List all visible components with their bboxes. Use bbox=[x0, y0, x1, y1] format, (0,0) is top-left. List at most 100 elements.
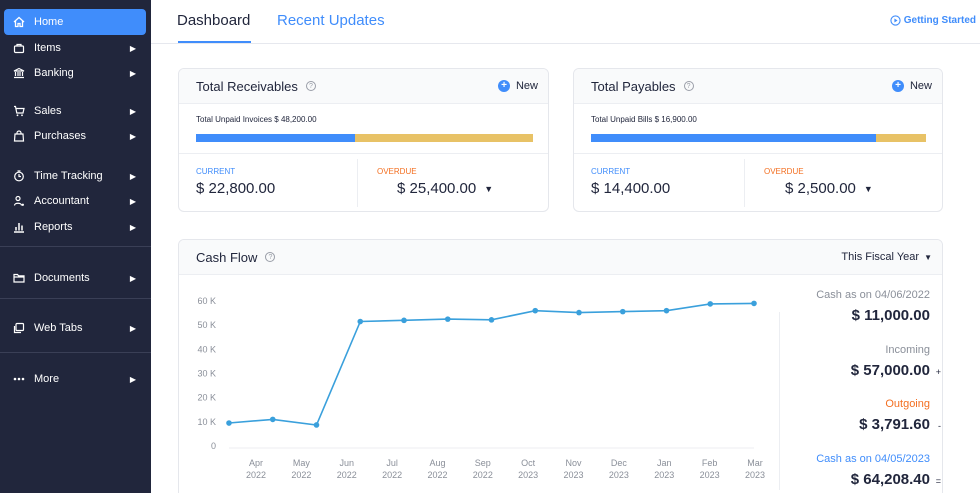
sidebar-item-label: Accountant bbox=[34, 195, 90, 207]
x-tick-month: Oct bbox=[521, 458, 536, 468]
bag-icon bbox=[8, 130, 30, 142]
new-label: New bbox=[909, 80, 932, 92]
summary-incoming: Incoming $ 57,000.00 + bbox=[850, 344, 941, 379]
help-icon[interactable]: ? bbox=[265, 252, 276, 262]
closing-label: Cash as on 04/05/2023 bbox=[816, 453, 930, 465]
cashflow-title: Cash Flow bbox=[196, 249, 258, 265]
x-tick-month: Jun bbox=[339, 458, 354, 468]
chevron-right-icon: ▶ bbox=[129, 106, 137, 116]
receivables-new-button[interactable]: + New bbox=[497, 80, 538, 92]
sidebar-item-more[interactable]: More ▶ bbox=[4, 366, 146, 392]
payables-progress-bar bbox=[591, 134, 926, 142]
sidebar-item-banking[interactable]: Banking ▶ bbox=[4, 60, 146, 86]
receivables-header: Total Receivables ? + New bbox=[179, 69, 548, 104]
sidebar-item-accountant[interactable]: Accountant ▶ bbox=[4, 188, 146, 214]
receivables-overdue-dropdown[interactable]: $ 25,400.00 ▼ bbox=[397, 180, 493, 197]
cashflow-data-point bbox=[707, 301, 714, 307]
tab-dashboard[interactable]: Dashboard bbox=[177, 12, 250, 29]
cashflow-data-point bbox=[532, 307, 539, 314]
summary-opening: Cash as on 04/06/2022 $ 11,000.00 bbox=[816, 289, 930, 324]
payables-current-segment bbox=[591, 134, 877, 142]
chevron-right-icon: ▶ bbox=[129, 43, 137, 53]
sidebar-divider bbox=[0, 352, 151, 353]
x-tick-year: 2022 bbox=[473, 470, 493, 480]
play-circle-icon bbox=[890, 15, 901, 26]
sidebar-item-home[interactable]: Home bbox=[4, 9, 146, 35]
cashflow-data-point bbox=[619, 308, 626, 315]
payables-overdue-dropdown[interactable]: $ 2,500.00 ▼ bbox=[785, 180, 873, 197]
new-label: New bbox=[515, 80, 538, 92]
receivables-progress-bar bbox=[196, 134, 533, 142]
receivables-overdue-label: OVERDUE bbox=[377, 167, 417, 176]
x-tick-year: 2022 bbox=[246, 470, 266, 480]
payables-new-button[interactable]: + New bbox=[891, 80, 932, 92]
getting-started-link[interactable]: Getting Started bbox=[890, 15, 976, 26]
receivables-current-label: CURRENT bbox=[196, 167, 236, 176]
chevron-right-icon: ▶ bbox=[129, 68, 137, 78]
sidebar-item-items[interactable]: Items ▶ bbox=[4, 35, 146, 61]
x-tick-month: Jul bbox=[386, 458, 398, 468]
sidebar-item-label: Reports bbox=[34, 221, 73, 233]
receivables-current-amount: $ 22,800.00 bbox=[196, 180, 276, 197]
tab-recent-updates[interactable]: Recent Updates bbox=[277, 12, 385, 29]
cashflow-data-point bbox=[576, 309, 582, 316]
x-tick-month: Sep bbox=[475, 458, 491, 468]
webtabs-icon bbox=[8, 322, 30, 334]
more-dots-icon bbox=[8, 373, 30, 385]
x-tick-month: Feb bbox=[702, 458, 718, 468]
plus-icon: + bbox=[891, 80, 904, 92]
equals-sign: = bbox=[935, 476, 941, 486]
sidebar-item-time-tracking[interactable]: Time Tracking ▶ bbox=[4, 163, 146, 189]
chevron-right-icon: ▶ bbox=[129, 222, 137, 232]
payables-unpaid-text: Total Unpaid Bills $ 16,900.00 bbox=[591, 115, 697, 124]
sidebar-item-label: Banking bbox=[34, 67, 74, 79]
period-dropdown[interactable]: This Fiscal Year ▼ bbox=[841, 251, 932, 263]
sidebar-item-label: More bbox=[34, 373, 60, 385]
x-tick-year: 2023 bbox=[745, 470, 765, 480]
getting-started-label: Getting Started bbox=[903, 15, 976, 26]
help-icon[interactable]: ? bbox=[305, 81, 316, 91]
closing-value: $ 64,208.40 bbox=[850, 471, 930, 488]
period-label: This Fiscal Year bbox=[841, 251, 920, 263]
caret-down-icon: ▼ bbox=[924, 252, 932, 262]
payables-column-divider bbox=[744, 159, 745, 207]
cashflow-data-point bbox=[313, 422, 320, 428]
cashflow-card: Cash Flow ? This Fiscal Year ▼ 0 10 K 20 K… bbox=[178, 239, 943, 493]
x-tick-month: Mar bbox=[747, 458, 763, 468]
opening-value: $ 11,000.00 bbox=[851, 307, 930, 324]
sidebar-item-purchases[interactable]: Purchases ▶ bbox=[4, 123, 146, 149]
cashflow-data-point bbox=[357, 318, 364, 325]
receivables-overdue-segment bbox=[355, 134, 533, 142]
chevron-right-icon: ▶ bbox=[129, 273, 137, 283]
chevron-right-icon: ▶ bbox=[129, 323, 137, 333]
y-tick-label: 60 K bbox=[197, 296, 216, 306]
opening-label: Cash as on 04/06/2022 bbox=[816, 289, 930, 301]
chevron-right-icon: ▶ bbox=[129, 171, 137, 181]
help-icon[interactable]: ? bbox=[683, 81, 694, 91]
sidebar-item-reports[interactable]: Reports ▶ bbox=[4, 214, 146, 240]
x-tick-month: Jan bbox=[657, 458, 672, 468]
receivables-unpaid-text: Total Unpaid Invoices $ 48,200.00 bbox=[196, 115, 317, 124]
sidebar-item-web-tabs[interactable]: Web Tabs ▶ bbox=[4, 315, 146, 341]
outgoing-label: Outgoing bbox=[885, 398, 930, 410]
x-tick-month: Apr bbox=[249, 458, 263, 468]
caret-down-icon: ▼ bbox=[484, 184, 494, 195]
cashflow-data-point bbox=[401, 317, 407, 324]
summary-outgoing: Outgoing $ 3,791.60 - bbox=[859, 398, 941, 433]
cashflow-data-point bbox=[751, 300, 757, 307]
payables-header: Total Payables ? + New bbox=[574, 69, 942, 104]
incoming-value: $ 57,000.00 bbox=[850, 362, 930, 379]
x-tick-month: Dec bbox=[611, 458, 628, 468]
clock-icon bbox=[8, 170, 30, 182]
plus-sign: + bbox=[935, 367, 941, 377]
cashflow-header: Cash Flow ? This Fiscal Year ▼ bbox=[179, 240, 942, 275]
x-tick-year: 2022 bbox=[291, 470, 311, 480]
payables-overdue-label: OVERDUE bbox=[764, 167, 804, 176]
payables-overdue-amount: $ 2,500.00 bbox=[785, 180, 856, 197]
sidebar-item-sales[interactable]: Sales ▶ bbox=[4, 98, 146, 124]
y-tick-label: 0 bbox=[211, 441, 216, 451]
sidebar-item-documents[interactable]: Documents ▶ bbox=[4, 265, 146, 291]
receivables-title: Total Receivables bbox=[196, 78, 298, 94]
items-icon bbox=[8, 42, 30, 54]
chevron-right-icon: ▶ bbox=[129, 131, 137, 141]
